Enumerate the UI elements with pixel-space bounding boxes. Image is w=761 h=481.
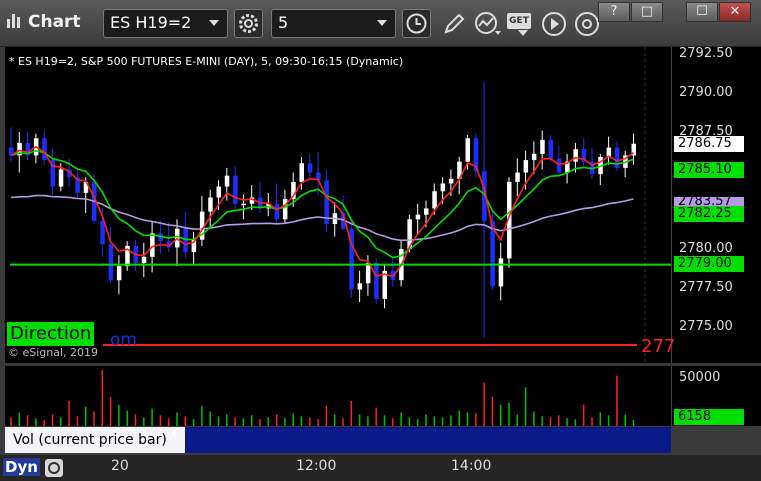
candle-body — [274, 203, 280, 220]
chart-header: * ES H19=2, S&P 500 FUTURES E-MINI (DAY)… — [9, 55, 404, 68]
candle-body — [42, 138, 47, 161]
help-button[interactable]: ? — [598, 2, 630, 22]
candle-body — [374, 263, 379, 299]
volume-current-tag: 6158 — [674, 409, 744, 425]
candle-body — [175, 228, 180, 248]
candle-body — [540, 139, 545, 154]
ma1-tag: 2785.10 — [674, 162, 744, 178]
direction-label: Direction — [7, 322, 95, 346]
price-tick: 2777.50 — [679, 280, 733, 295]
candle-body — [116, 266, 122, 281]
candle-body — [465, 138, 470, 162]
volume-chart — [10, 369, 635, 426]
interval-input[interactable]: 5 — [271, 9, 396, 38]
candle-body — [108, 244, 114, 281]
volume-tick: 50000 — [679, 370, 721, 385]
settings-button[interactable] — [234, 9, 263, 38]
candle-body — [498, 258, 504, 287]
get-button[interactable]: GET — [507, 13, 531, 29]
candle-body — [100, 220, 105, 245]
gear-icon — [239, 14, 258, 33]
restore-icon: □ — [640, 4, 654, 19]
help-icon: ? — [610, 4, 618, 19]
volume-plot[interactable] — [5, 366, 671, 426]
ma3-tag: 2782.25 — [674, 206, 744, 222]
chart-app-icon — [7, 14, 20, 28]
price-tick: 2775.00 — [679, 319, 733, 334]
pencil-icon[interactable] — [441, 11, 467, 37]
candle-body — [523, 160, 529, 173]
candle-body — [515, 172, 520, 182]
time-axis[interactable]: 20 12:00 14:00 — [0, 455, 761, 481]
play-icon[interactable] — [540, 10, 568, 38]
candle-body — [365, 263, 371, 284]
dynamic-indicator[interactable]: Dyn — [3, 458, 40, 476]
title-bar: Chart ES H19=2 5 GET ? □ ☐ ✕ — [0, 0, 761, 47]
candle-body — [432, 191, 437, 209]
interval-value: 5 — [278, 13, 289, 32]
candle-body — [531, 153, 537, 161]
volume-panel-label: Vol (current price bar) — [5, 427, 185, 453]
candle-body — [448, 178, 454, 184]
chevron-down-icon[interactable] — [377, 20, 387, 26]
candle-body — [150, 233, 155, 257]
candle-body — [307, 163, 313, 173]
close-icon: ✕ — [729, 4, 741, 19]
last-price-tag: 2786.75 — [674, 136, 744, 152]
maximize-icon: ☐ — [696, 4, 708, 19]
candle-body — [183, 228, 188, 253]
price-plot[interactable] — [5, 47, 671, 363]
candle-body — [424, 208, 429, 215]
candle-body — [224, 175, 230, 187]
close-button[interactable]: ✕ — [719, 2, 751, 22]
price-chart — [9, 47, 671, 363]
time-tick: 20 — [111, 458, 129, 474]
time-tick: 14:00 — [451, 458, 492, 474]
candle-body — [216, 186, 221, 198]
clock-icon — [406, 13, 427, 34]
get-label: GET — [509, 16, 529, 26]
time-button[interactable] — [402, 9, 431, 38]
candle-body — [548, 139, 553, 159]
study-icon[interactable] — [474, 11, 502, 37]
fc-icon[interactable] — [44, 458, 64, 478]
app-title: Chart — [28, 12, 81, 32]
candle-body — [241, 203, 246, 206]
candle-body — [357, 283, 363, 290]
direction-tail-text: om — [110, 330, 137, 350]
chevron-down-icon[interactable] — [209, 20, 219, 26]
price-tick: 2792.50 — [679, 46, 733, 61]
watermark: © eSignal, 2019 — [8, 346, 99, 359]
candle-body — [58, 169, 64, 187]
time-tick: 12:00 — [296, 458, 337, 474]
candle-body — [141, 256, 147, 264]
restore-button[interactable]: □ — [631, 2, 663, 22]
candle-body — [208, 197, 213, 212]
ma-red-line — [10, 145, 634, 278]
red-level-label: 277 — [641, 336, 676, 357]
level-tag: 2779.00 — [674, 256, 744, 272]
symbol-value: ES H19=2 — [110, 13, 192, 32]
candle-body — [282, 199, 288, 220]
candle-body — [556, 158, 562, 173]
maximize-button[interactable]: ☐ — [686, 2, 718, 22]
link-icon[interactable] — [573, 10, 601, 38]
candle-body — [440, 183, 446, 192]
price-tick: 2780.00 — [679, 241, 733, 256]
price-tick: 2790.00 — [679, 85, 733, 100]
symbol-input[interactable]: ES H19=2 — [103, 9, 228, 38]
candle-body — [415, 214, 421, 220]
candle-body — [573, 149, 578, 162]
chevron-down-icon[interactable] — [518, 30, 528, 36]
candle-body — [233, 175, 238, 204]
candle-body — [614, 147, 620, 168]
candle-body — [299, 163, 304, 182]
volume-close-button[interactable]: x — [170, 426, 178, 441]
